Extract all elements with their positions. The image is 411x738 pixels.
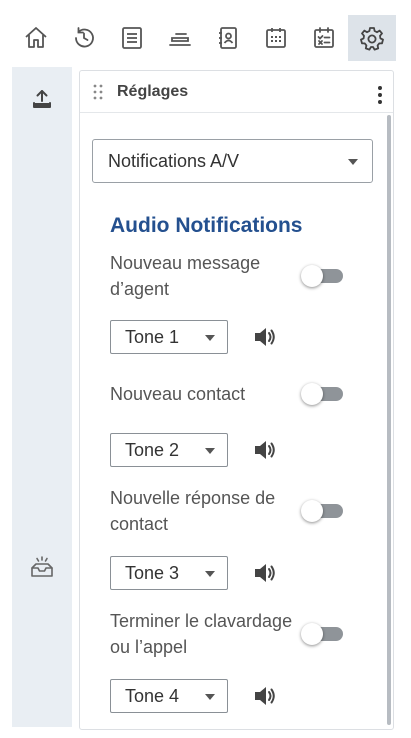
notification-toggle[interactable] xyxy=(301,383,343,405)
more-options-icon[interactable] xyxy=(373,85,387,105)
tasks-button[interactable] xyxy=(300,15,348,61)
notification-toggle[interactable] xyxy=(301,623,343,645)
settings-button[interactable] xyxy=(348,15,396,61)
notification-label: Nouveau contact xyxy=(110,384,246,404)
stack-button[interactable] xyxy=(156,15,204,61)
tone-select[interactable]: Tone 1 xyxy=(110,320,228,354)
home-icon xyxy=(25,27,47,48)
history-button[interactable] xyxy=(60,15,108,61)
contacts-button[interactable] xyxy=(204,15,252,61)
calendar-button[interactable] xyxy=(252,15,300,61)
chevron-down-icon xyxy=(205,448,215,454)
speaker-icon[interactable] xyxy=(252,560,278,586)
tone-value: Tone 2 xyxy=(125,440,180,460)
settings-category-value: Notifications A/V xyxy=(108,151,240,171)
tone-select[interactable]: Tone 3 xyxy=(110,556,228,590)
upload-button[interactable] xyxy=(26,83,58,115)
notification-toggle[interactable] xyxy=(301,500,343,522)
contacts-icon xyxy=(219,27,237,49)
left-rail xyxy=(12,67,72,727)
stack-icon xyxy=(169,33,191,46)
tone-select[interactable]: Tone 4 xyxy=(110,679,228,713)
upload-icon xyxy=(33,90,51,108)
speaker-icon[interactable] xyxy=(252,324,278,350)
notification-toggle[interactable] xyxy=(301,265,343,287)
inbox-icon xyxy=(31,556,53,577)
tasks-icon xyxy=(314,27,334,48)
top-toolbar xyxy=(12,14,404,62)
settings-category-select[interactable]: Notifications A/V xyxy=(92,139,373,183)
panel-scrollbar[interactable] xyxy=(387,115,391,725)
panel-header: Réglages xyxy=(80,71,393,113)
panel-title: Réglages xyxy=(117,83,189,100)
drag-handle-icon[interactable] xyxy=(92,83,104,101)
notes-button[interactable] xyxy=(108,15,156,61)
inbox-button[interactable] xyxy=(26,551,58,583)
history-icon xyxy=(75,27,94,48)
tone-select[interactable]: Tone 2 xyxy=(110,433,228,467)
notification-label: Nouvelle réponse de contact xyxy=(110,488,276,534)
notification-label: Terminer le clavardage ou l’appel xyxy=(110,611,293,657)
section-title: Audio Notifications xyxy=(110,214,303,237)
tone-value: Tone 4 xyxy=(125,686,180,706)
chevron-down-icon xyxy=(205,694,215,700)
chevron-down-icon xyxy=(205,571,215,577)
chevron-down-icon xyxy=(205,335,215,341)
home-button[interactable] xyxy=(12,15,60,61)
tone-value: Tone 1 xyxy=(125,327,180,347)
settings-panel: Réglages Notifications A/V Audio Notific… xyxy=(79,70,394,730)
calendar-icon xyxy=(266,28,286,48)
tone-value: Tone 3 xyxy=(125,563,180,583)
speaker-icon[interactable] xyxy=(252,683,278,709)
gear-icon xyxy=(360,27,384,51)
speaker-icon[interactable] xyxy=(252,437,278,463)
notification-label: Nouveau message d’agent xyxy=(110,253,261,299)
chevron-down-icon xyxy=(348,159,358,165)
notes-icon xyxy=(122,27,142,49)
